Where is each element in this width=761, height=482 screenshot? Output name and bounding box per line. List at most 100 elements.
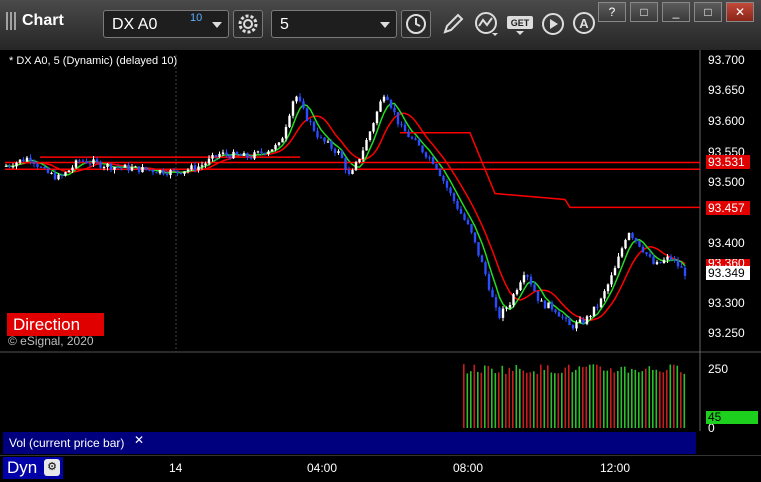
minimize-button[interactable]: _ bbox=[662, 2, 690, 22]
candle-body bbox=[501, 308, 505, 318]
volume-bar bbox=[655, 369, 658, 428]
volume-bar bbox=[585, 366, 588, 428]
volume-bar bbox=[662, 372, 665, 428]
price-tick: 93.600 bbox=[708, 114, 745, 128]
time-tick: 04:00 bbox=[307, 461, 338, 475]
candle-body bbox=[543, 300, 547, 309]
chevron-down-icon[interactable] bbox=[380, 22, 390, 28]
candle-body bbox=[358, 159, 361, 163]
candle-body bbox=[88, 163, 92, 165]
volume-bar bbox=[547, 365, 549, 428]
price-tag-ma: 93.531 bbox=[706, 155, 750, 169]
price-tag-ma: 93.457 bbox=[706, 201, 750, 215]
get-icon[interactable]: GET bbox=[506, 11, 536, 37]
volume-bar bbox=[501, 365, 504, 428]
restore-button[interactable]: □ bbox=[630, 2, 658, 22]
candle-body bbox=[319, 137, 323, 139]
candle-body bbox=[151, 170, 155, 173]
time-tick: 12:00 bbox=[600, 461, 631, 475]
pencil-icon[interactable] bbox=[440, 11, 466, 37]
candle-body bbox=[137, 166, 141, 173]
candle-body bbox=[263, 153, 267, 155]
candle-body bbox=[116, 167, 120, 169]
close-icon[interactable]: ✕ bbox=[134, 433, 144, 447]
candle-body bbox=[624, 240, 627, 249]
candle-body bbox=[85, 161, 88, 164]
price-tick: 93.250 bbox=[708, 326, 745, 340]
candle-body bbox=[561, 316, 564, 318]
drag-handle-icon[interactable] bbox=[6, 12, 16, 30]
candle-body bbox=[620, 248, 624, 257]
candle-body bbox=[39, 166, 43, 168]
volume-bar bbox=[568, 364, 570, 428]
candle-body bbox=[403, 124, 407, 132]
lock-icon[interactable]: ⚙ bbox=[44, 459, 60, 476]
volume-study-strip bbox=[147, 432, 696, 454]
price-chart[interactable] bbox=[0, 50, 761, 431]
settings-button[interactable] bbox=[233, 10, 263, 38]
candle-body bbox=[8, 165, 11, 167]
symbol-input[interactable]: DX A0 10 bbox=[103, 10, 229, 38]
volume-bar bbox=[596, 364, 598, 428]
chevron-down-icon[interactable] bbox=[212, 22, 222, 28]
copyright: © eSignal, 2020 bbox=[8, 334, 94, 348]
time-button[interactable] bbox=[401, 10, 431, 38]
volume-bar bbox=[494, 373, 497, 428]
candle-body bbox=[113, 167, 116, 170]
candle-body bbox=[288, 115, 291, 128]
interval-input[interactable]: 5 bbox=[271, 10, 397, 38]
maximize-button[interactable]: □ bbox=[694, 2, 722, 22]
candle-body bbox=[57, 174, 60, 180]
candle-body bbox=[375, 111, 379, 124]
candle-body bbox=[571, 325, 575, 329]
volume-bar bbox=[543, 369, 546, 428]
volume-bar bbox=[463, 364, 465, 428]
candle-body bbox=[421, 145, 424, 153]
candle-body bbox=[368, 131, 372, 141]
candle-body bbox=[197, 166, 200, 171]
candle-body bbox=[449, 187, 452, 194]
candle-body bbox=[445, 180, 449, 188]
volume-bar bbox=[505, 373, 507, 428]
candle-body bbox=[130, 167, 134, 171]
candle-body bbox=[666, 256, 669, 260]
indicator-icon[interactable] bbox=[474, 11, 500, 37]
candle-body bbox=[372, 123, 375, 132]
volume-bar bbox=[634, 369, 637, 428]
candle-body bbox=[22, 159, 25, 162]
candle-body bbox=[120, 167, 123, 169]
alert-icon[interactable]: A bbox=[572, 11, 598, 37]
symbol-value: DX A0 bbox=[112, 16, 158, 33]
volume-bar bbox=[512, 370, 514, 428]
candle-body bbox=[533, 284, 536, 292]
candle-body bbox=[515, 290, 519, 295]
close-button[interactable]: ✕ bbox=[726, 2, 754, 22]
candle-body bbox=[393, 107, 396, 113]
candle-body bbox=[424, 152, 428, 158]
candle-body bbox=[123, 164, 127, 168]
candle-body bbox=[655, 262, 659, 265]
candle-body bbox=[473, 232, 477, 243]
candle-body bbox=[316, 130, 319, 138]
volume-bar bbox=[613, 372, 616, 428]
help-button[interactable]: ? bbox=[598, 2, 626, 22]
candle-body bbox=[211, 155, 214, 159]
volume-bar bbox=[522, 370, 525, 428]
candle-body bbox=[179, 172, 183, 174]
play-icon[interactable] bbox=[540, 11, 566, 37]
candle-body bbox=[417, 139, 421, 146]
volume-bar bbox=[610, 368, 612, 428]
candle-body bbox=[361, 150, 365, 160]
candle-body bbox=[638, 241, 641, 247]
candle-body bbox=[312, 121, 316, 131]
candle-body bbox=[281, 138, 284, 143]
volume-bar bbox=[666, 369, 668, 428]
volume-bar bbox=[683, 373, 686, 428]
candle-body bbox=[155, 172, 158, 174]
candle-body bbox=[204, 163, 207, 166]
candle-body bbox=[232, 151, 235, 159]
candle-body bbox=[603, 291, 606, 299]
candle-body bbox=[540, 300, 543, 302]
price-tick: 93.400 bbox=[708, 236, 745, 250]
chart-symbol-label: * DX A0, 5 (Dynamic) (delayed 10) bbox=[9, 55, 178, 67]
